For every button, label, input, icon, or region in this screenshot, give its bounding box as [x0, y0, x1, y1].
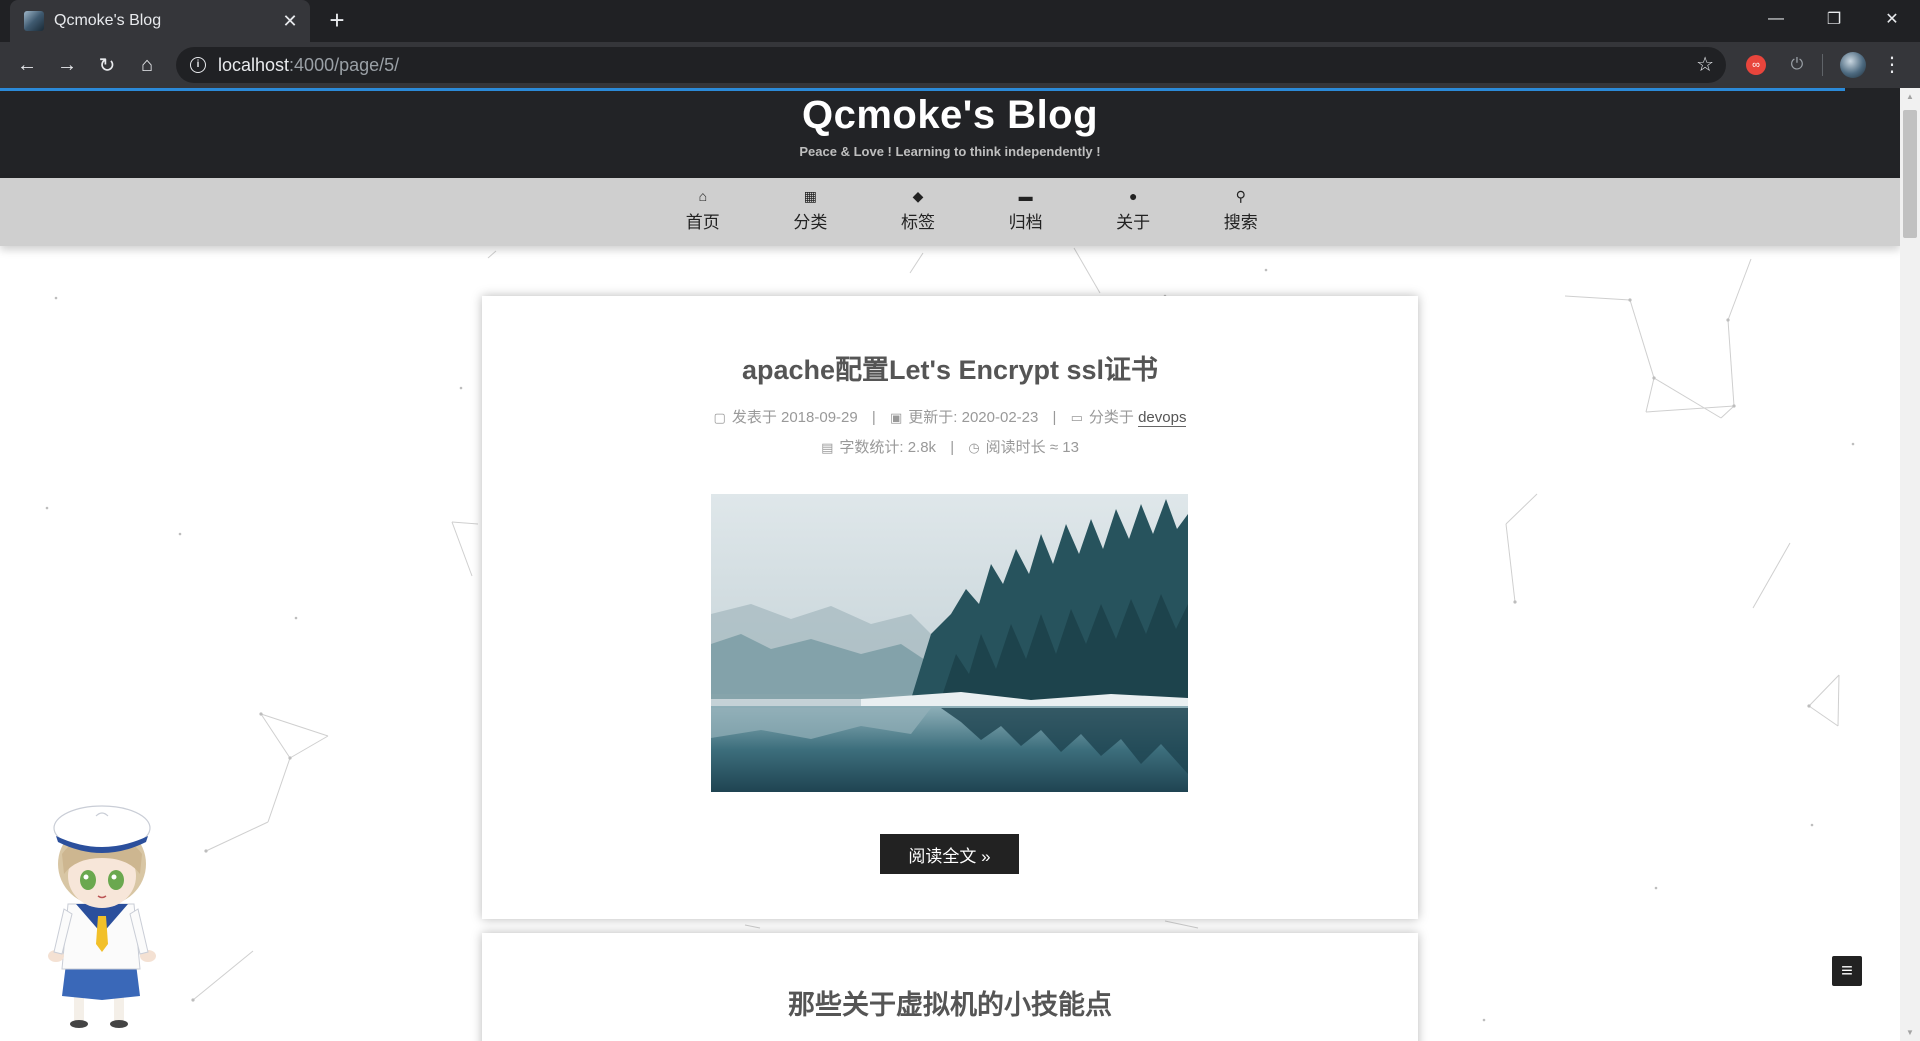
site-info-icon[interactable]: i — [190, 57, 206, 73]
sidebar-toggle-menu-icon[interactable]: ≡ — [1832, 956, 1862, 986]
wordcount-label: 字数统计: — [839, 439, 904, 456]
nav-item-archives[interactable]: ▬ 归档 — [972, 178, 1080, 246]
clock-icon: ◷ — [968, 440, 980, 455]
window-minimize-button[interactable]: — — [1748, 0, 1804, 38]
window-close-button[interactable]: ✕ — [1864, 0, 1920, 38]
meta-divider: | — [950, 439, 955, 456]
category-link[interactable]: devops — [1138, 409, 1187, 427]
nav-label-archives: 归档 — [1008, 213, 1043, 232]
tab-title: Qcmoke's Blog — [54, 12, 162, 29]
live2d-mascot[interactable] — [36, 784, 176, 1030]
nav-item-home[interactable]: ⌂ 首页 — [649, 178, 757, 246]
profile-avatar[interactable] — [1840, 52, 1866, 78]
nav-item-tags[interactable]: ◆ 标签 — [864, 178, 972, 246]
extension-power-icon[interactable]: ⏻ — [1786, 54, 1808, 76]
site-header: Qcmoke's Blog Peace & Love ! Learning to… — [0, 88, 1900, 178]
folder-icon: ▭ — [1070, 410, 1083, 425]
minimize-icon: — — [1768, 10, 1784, 27]
address-bar[interactable]: i localhost:4000/page/5/ ☆ — [176, 47, 1726, 83]
page-viewport: Qcmoke's Blog Peace & Love ! Learning to… — [0, 88, 1920, 1041]
updated-label: 更新于: — [908, 409, 958, 426]
mascot-figure — [48, 805, 156, 1028]
post-meta: ▢ 发表于 2018-09-29 | ▣ 更新于: 2020-02-23 | ▭ 分类… — [482, 403, 1418, 433]
post-card: 那些关于虚拟机的小技能点 — [482, 933, 1418, 1041]
nav-item-categories[interactable]: ▦ 分类 — [757, 178, 865, 246]
url-path: :4000/page/5/ — [289, 54, 400, 75]
archive-icon: ▬ — [1018, 188, 1033, 204]
page-load-progress-bar — [0, 88, 1845, 91]
file-word-icon: ▤ — [821, 440, 834, 455]
post-cover-image — [711, 494, 1188, 792]
post-card: apache配置Let's Encrypt ssl证书 ▢ 发表于 2018-09… — [482, 296, 1418, 919]
user-icon: ● — [1128, 188, 1138, 204]
browser-toolbar: ← → ↻ ⌂ i localhost:4000/page/5/ ☆ ∞ ⏻ ⋮ — [0, 42, 1920, 88]
tags-icon: ◆ — [912, 188, 924, 204]
restore-icon: ❐ — [1826, 11, 1842, 28]
reload-icon[interactable]: ↻ — [92, 50, 122, 80]
grid-icon: ▦ — [803, 188, 817, 204]
meta-divider: | — [1052, 409, 1057, 426]
extension-infinity-icon[interactable]: ∞ — [1746, 55, 1766, 75]
scrollbar-thumb[interactable] — [1903, 110, 1917, 238]
forward-arrow-icon[interactable]: → — [52, 50, 82, 80]
calendar-icon: ▢ — [713, 410, 726, 425]
readtime-value: 13 — [1062, 439, 1079, 456]
read-more-button[interactable]: 阅读全文 » — [880, 834, 1019, 874]
posted-label: 发表于 — [731, 409, 777, 426]
post-title[interactable]: 那些关于虚拟机的小技能点 — [482, 933, 1418, 1022]
home-button-icon[interactable]: ⌂ — [132, 50, 162, 80]
updated-date: 2020-02-23 — [961, 409, 1039, 426]
tab-close-icon[interactable]: ✕ — [280, 11, 300, 32]
nav-menu: ⌂ 首页 ▦ 分类 ◆ 标签 ▬ 归档 ● 关于 ⚲ 搜索 — [649, 178, 1295, 246]
close-window-icon: ✕ — [1885, 11, 1899, 28]
nav-item-search[interactable]: ⚲ 搜索 — [1187, 178, 1295, 246]
site-nav: ⌂ 首页 ▦ 分类 ◆ 标签 ▬ 归档 ● 关于 ⚲ 搜索 — [0, 178, 1900, 246]
posted-date: 2018-09-29 — [781, 409, 858, 426]
calendar-check-icon: ▣ — [889, 410, 903, 425]
readtime-label: 阅读时长 ≈ — [985, 439, 1059, 456]
category-label: 分类于 — [1088, 409, 1134, 426]
nav-label-categories: 分类 — [793, 213, 828, 232]
nav-label-home: 首页 — [685, 213, 720, 232]
page-scrollbar[interactable]: ▲ ▼ — [1900, 88, 1920, 1041]
nav-label-about: 关于 — [1116, 213, 1151, 232]
nav-item-about[interactable]: ● 关于 — [1079, 178, 1187, 246]
browser-tab-strip: Qcmoke's Blog ✕ + — ❐ ✕ — [0, 0, 1920, 42]
nav-label-search: 搜索 — [1223, 213, 1258, 232]
toolbar-divider — [1822, 54, 1823, 76]
post-meta-secondary: ▤ 字数统计: 2.8k | ◷ 阅读时长 ≈ 13 — [482, 433, 1418, 463]
bookmark-star-icon[interactable]: ☆ — [1696, 52, 1714, 77]
wordcount-value: 2.8k — [907, 439, 937, 456]
site-subtitle: Peace & Love ! Learning to think indepen… — [799, 144, 1101, 159]
snowy-forest-lake-image — [711, 494, 1188, 792]
scroll-down-arrow-icon[interactable]: ▼ — [1900, 1024, 1920, 1041]
url-host: localhost — [218, 54, 290, 75]
back-arrow-icon[interactable]: ← — [12, 50, 42, 80]
home-icon: ⌂ — [698, 188, 708, 204]
scroll-up-arrow-icon[interactable]: ▲ — [1900, 88, 1920, 105]
search-icon: ⚲ — [1235, 188, 1246, 204]
post-title[interactable]: apache配置Let's Encrypt ssl证书 — [482, 296, 1418, 387]
meta-divider: | — [871, 409, 876, 426]
new-tab-plus-icon[interactable]: + — [322, 6, 352, 36]
window-restore-button[interactable]: ❐ — [1806, 0, 1862, 38]
site-title[interactable]: Qcmoke's Blog — [0, 88, 1900, 138]
site-favicon-icon — [24, 11, 44, 31]
browser-menu-icon[interactable]: ⋮ — [1882, 52, 1902, 78]
nav-label-tags: 标签 — [900, 213, 935, 232]
browser-tab[interactable]: Qcmoke's Blog ✕ — [10, 0, 310, 42]
